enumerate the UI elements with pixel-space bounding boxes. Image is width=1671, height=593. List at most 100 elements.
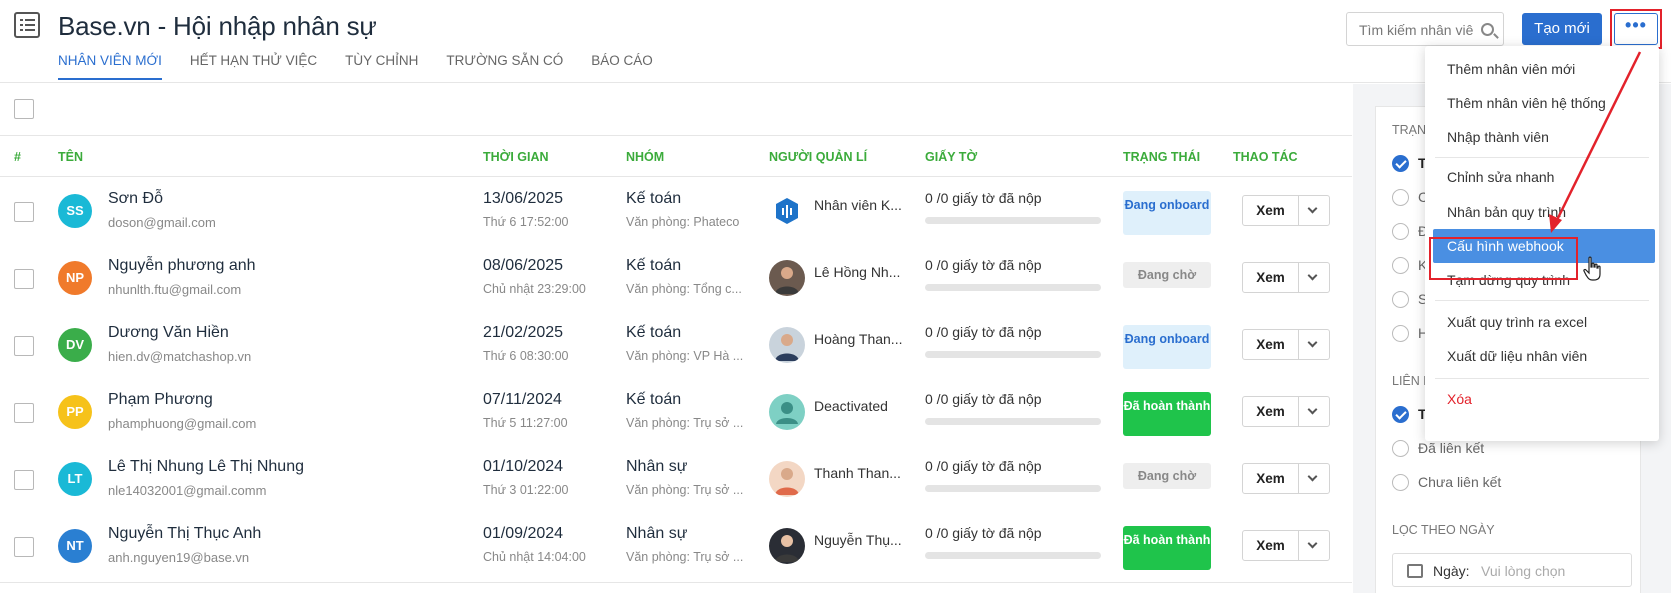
documents-progress-bar [925, 485, 1101, 492]
employee-name[interactable]: Dương Văn Hiền [108, 324, 229, 342]
manager-avatar [769, 260, 805, 296]
manager-name: Nguyễn Thụ... [814, 532, 902, 548]
col-manager[interactable]: NGƯỜI QUẢN LÍ [769, 150, 867, 164]
table-row[interactable]: SS Sơn Đỗ doson@gmail.com 13/06/2025 Thứ 6 1… [0, 177, 1352, 248]
create-new-button[interactable]: Tạo mới [1522, 13, 1602, 45]
chevron-down-icon[interactable] [1307, 404, 1318, 415]
manager-name: Hoàng Than... [814, 331, 903, 347]
view-button[interactable]: Xem [1243, 464, 1299, 493]
view-button[interactable]: Xem [1243, 397, 1299, 426]
col-group[interactable]: NHÓM [626, 150, 664, 164]
status-badge: Đang onboard [1123, 191, 1211, 235]
menu-export-process-excel[interactable]: Xuất quy trình ra excel [1425, 305, 1659, 339]
status-radio[interactable] [1392, 189, 1409, 206]
onboard-time: Thứ 6 08:30:00 [483, 349, 569, 363]
row-checkbox[interactable] [14, 336, 34, 356]
annotation-highlight-more [1610, 9, 1662, 49]
status-badge: Đang chờ [1123, 262, 1211, 288]
employee-name[interactable]: Nguyễn phương anh [108, 257, 256, 275]
menu-add-system-employee[interactable]: Thêm nhân viên hệ thống [1425, 86, 1659, 120]
row-action-group: Xem [1242, 396, 1330, 427]
row-checkbox[interactable] [14, 269, 34, 289]
tab-report[interactable]: BÁO CÁO [591, 53, 653, 80]
table-toolbar [0, 84, 1352, 136]
avatar: NT [58, 529, 92, 563]
documents-status: 0 /0 giấy tờ đã nộp [925, 391, 1042, 407]
group-name: Nhân sự [626, 458, 688, 475]
chevron-down-icon[interactable] [1307, 337, 1318, 348]
view-button[interactable]: Xem [1243, 531, 1299, 560]
link-option-label: Đã liên kết [1418, 440, 1485, 456]
annotation-highlight-webhook [1429, 237, 1578, 280]
office-name: Văn phòng: Phateco [626, 215, 740, 229]
view-button[interactable]: Xem [1243, 196, 1299, 225]
table-row[interactable]: LT Lê Thị Nhung Lê Thị Nhung nle14032001@g… [0, 445, 1352, 516]
row-action-group: Xem [1242, 530, 1330, 561]
list-menu-icon[interactable] [14, 12, 40, 38]
office-name: Văn phòng: Trụ sở ... [626, 483, 744, 497]
chevron-down-icon[interactable] [1307, 203, 1318, 214]
manager-name: Thanh Than... [814, 465, 901, 481]
status-radio[interactable] [1392, 223, 1409, 240]
date-picker-input[interactable]: Ngày: Vui lòng chọn [1392, 553, 1632, 587]
manager-avatar [769, 327, 805, 363]
status-radio[interactable] [1392, 257, 1409, 274]
employee-name[interactable]: Lê Thị Nhung Lê Thị Nhung [108, 458, 304, 476]
col-name[interactable]: TÊN [58, 150, 83, 164]
status-radio[interactable] [1392, 291, 1409, 308]
documents-progress-bar [925, 552, 1101, 559]
menu-quick-edit[interactable]: Chỉnh sửa nhanh [1425, 160, 1659, 194]
link-radio-linked[interactable] [1392, 440, 1409, 457]
menu-import-members[interactable]: Nhập thành viên [1425, 120, 1659, 154]
row-checkbox[interactable] [14, 202, 34, 222]
onboard-date: 01/10/2024 [483, 458, 564, 475]
col-time[interactable]: THỜI GIAN [483, 150, 549, 164]
tab-probation-expired[interactable]: HẾT HẠN THỬ VIỆC [190, 53, 317, 80]
employee-email: doson@gmail.com [108, 215, 216, 230]
search-icon[interactable] [1481, 23, 1494, 36]
user-photo-icon [775, 267, 799, 294]
chevron-down-icon[interactable] [1307, 471, 1318, 482]
select-all-checkbox[interactable] [14, 99, 34, 119]
menu-duplicate-process[interactable]: Nhân bản quy trình [1425, 195, 1659, 229]
tab-new-employees[interactable]: NHÂN VIÊN MỚI [58, 53, 162, 80]
status-radio[interactable] [1392, 325, 1409, 342]
col-action: THAO TÁC [1233, 150, 1298, 164]
view-button[interactable]: Xem [1243, 330, 1299, 359]
documents-progress-bar [925, 351, 1101, 358]
col-docs[interactable]: GIẤY TỜ [925, 150, 977, 164]
row-checkbox[interactable] [14, 403, 34, 423]
table-row[interactable]: PP Phạm Phương phamphuong@gmail.com 07/11/2… [0, 378, 1352, 449]
documents-progress-bar [925, 284, 1101, 291]
employee-name[interactable]: Nguyễn Thị Thục Anh [108, 525, 261, 543]
row-checkbox[interactable] [14, 537, 34, 557]
link-radio-unlinked[interactable] [1392, 474, 1409, 491]
tab-customize[interactable]: TÙY CHỈNH [345, 53, 418, 80]
chevron-down-icon[interactable] [1307, 270, 1318, 281]
onboard-date: 13/06/2025 [483, 190, 564, 207]
table-row[interactable]: DV Dương Văn Hiền hien.dv@matchashop.vn 21/… [0, 311, 1352, 382]
menu-add-new-employee[interactable]: Thêm nhân viên mới [1425, 52, 1659, 86]
manager-name: Deactivated [814, 398, 888, 414]
search-input[interactable]: Tìm kiếm nhân viê [1346, 12, 1504, 46]
hand-cursor-icon [1583, 256, 1601, 281]
table-header: # TÊN THỜI GIAN NHÓM NGƯỜI QUẢN LÍ GIẤY … [0, 137, 1352, 177]
tab-available-fields[interactable]: TRƯỜNG SẴN CÓ [446, 53, 563, 80]
employee-name[interactable]: Sơn Đỗ [108, 190, 163, 208]
row-checkbox[interactable] [14, 470, 34, 490]
documents-status: 0 /0 giấy tờ đã nộp [925, 458, 1042, 474]
table-row[interactable]: NT Nguyễn Thị Thục Anh anh.nguyen19@base.v… [0, 512, 1352, 583]
view-button[interactable]: Xem [1243, 263, 1299, 292]
menu-delete[interactable]: Xóa [1425, 382, 1659, 416]
menu-divider [1435, 378, 1649, 379]
menu-export-employee-data[interactable]: Xuất dữ liệu nhân viên [1425, 339, 1659, 373]
menu-divider [1435, 300, 1649, 301]
status-radio-all[interactable] [1392, 155, 1409, 172]
col-status[interactable]: TRẠNG THÁI [1123, 150, 1200, 164]
table-row[interactable]: NP Nguyễn phương anh nhunlth.ftu@gmail.com… [0, 244, 1352, 315]
chevron-down-icon[interactable] [1307, 538, 1318, 549]
employee-name[interactable]: Phạm Phương [108, 391, 213, 409]
onboard-date: 21/02/2025 [483, 324, 564, 341]
onboard-date: 07/11/2024 [483, 391, 562, 408]
link-radio-all[interactable] [1392, 406, 1409, 423]
